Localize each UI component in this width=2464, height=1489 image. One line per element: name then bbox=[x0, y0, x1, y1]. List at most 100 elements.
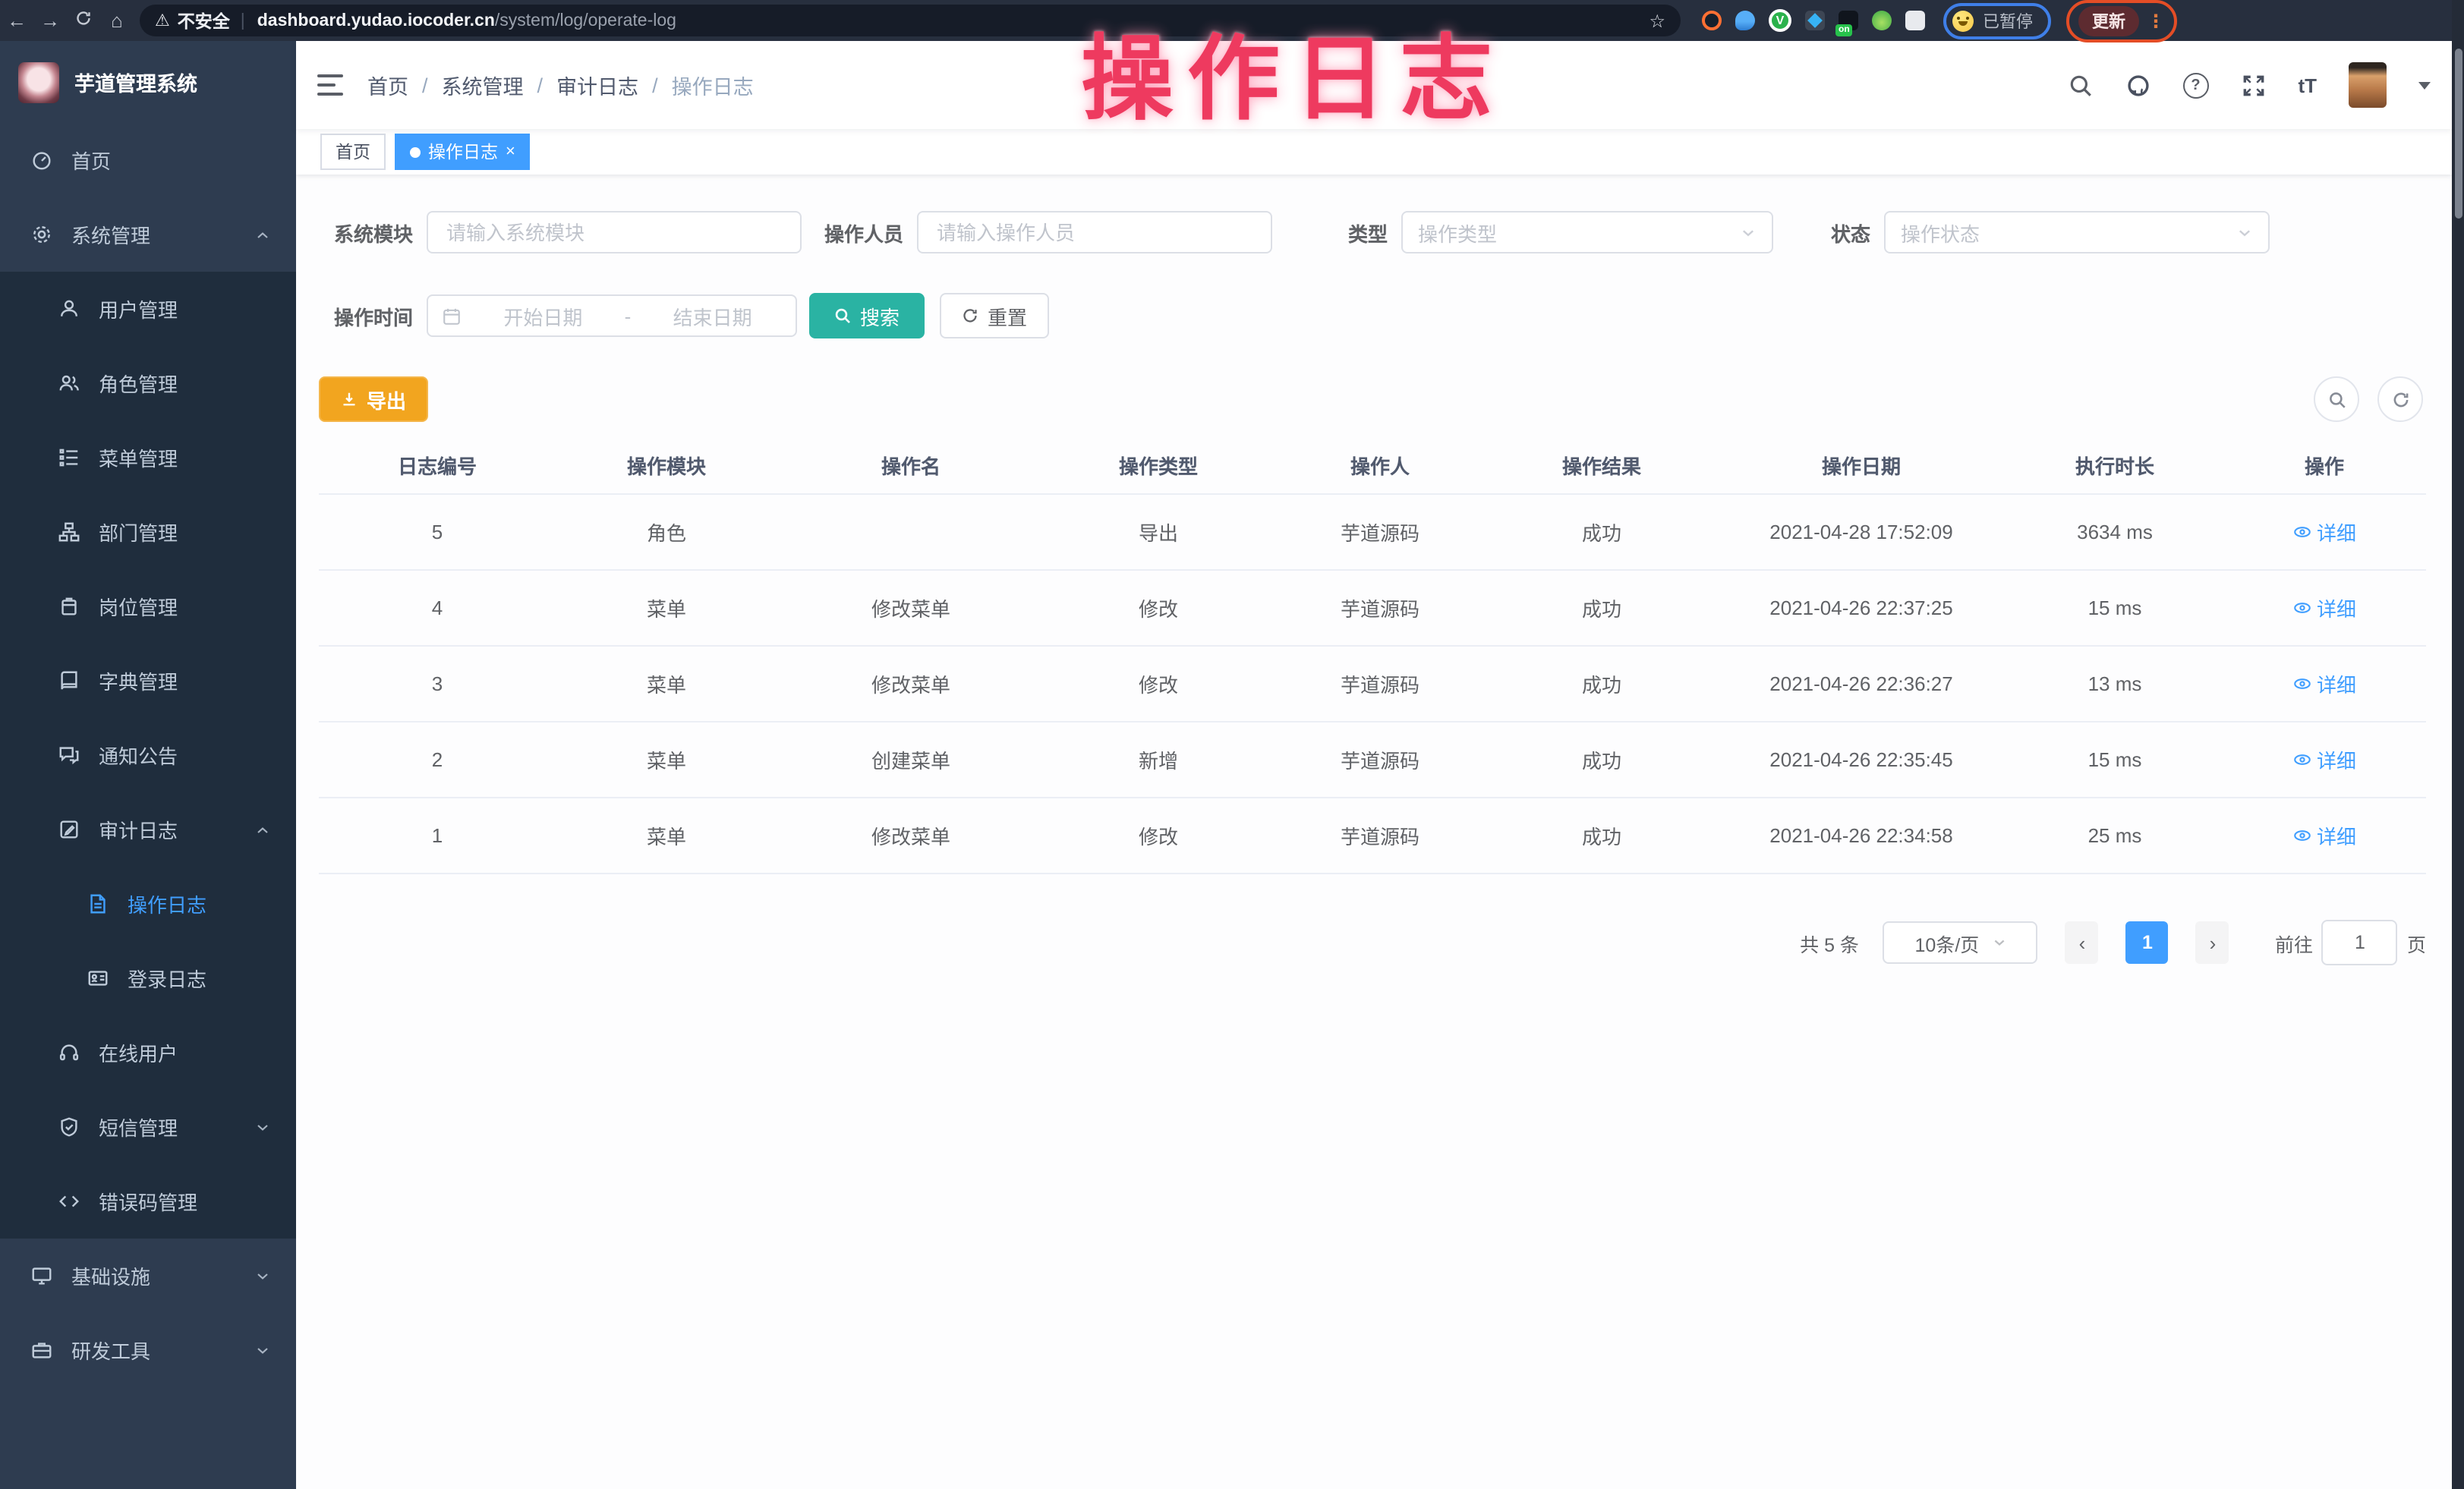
detail-link[interactable]: 详细 bbox=[2292, 669, 2356, 698]
hide-search-button[interactable] bbox=[2314, 376, 2359, 422]
sidebar-item-notice[interactable]: 通知公告 bbox=[0, 718, 296, 792]
update-button[interactable]: 更新 bbox=[2078, 5, 2139, 36]
home-icon[interactable]: ⌂ bbox=[100, 9, 134, 32]
profile-paused-badge[interactable]: 已暂停 bbox=[1943, 2, 2051, 39]
sidebar-item-system-mgmt[interactable]: 系统管理 bbox=[0, 197, 296, 272]
extension-vpn-icon[interactable]: V bbox=[1769, 9, 1791, 32]
sidebar-item-online-users[interactable]: 在线用户 bbox=[0, 1015, 296, 1090]
forward-icon[interactable]: → bbox=[33, 9, 67, 32]
refresh-table-button[interactable] bbox=[2377, 376, 2423, 422]
page-content: 系统模块 操作人员 类型 操作类型 状态 操作状态 bbox=[296, 175, 2452, 965]
github-icon[interactable] bbox=[2125, 72, 2150, 98]
scrollbar-thumb[interactable] bbox=[2454, 49, 2462, 219]
detail-link[interactable]: 详细 bbox=[2292, 821, 2356, 850]
end-date-placeholder: 结束日期 bbox=[643, 301, 782, 330]
reload-icon[interactable] bbox=[67, 9, 100, 32]
page-1-button[interactable]: 1 bbox=[2126, 921, 2169, 964]
extension-gem-icon[interactable] bbox=[1805, 11, 1825, 30]
module-input[interactable] bbox=[443, 219, 785, 245]
operate-log-table: 日志编号 操作模块 操作名 操作类型 操作人 操作结果 操作日期 执行时长 操作… bbox=[319, 436, 2426, 874]
briefcase-icon bbox=[30, 1339, 53, 1362]
avatar-caret-icon[interactable] bbox=[2418, 81, 2431, 89]
type-select[interactable]: 操作类型 bbox=[1401, 211, 1773, 253]
filter-row-1: 系统模块 操作人员 类型 操作类型 状态 操作状态 bbox=[319, 211, 2429, 253]
next-page-button[interactable]: › bbox=[2196, 921, 2229, 964]
type-label: 类型 bbox=[1336, 218, 1388, 247]
font-size-icon[interactable]: tT bbox=[2298, 74, 2317, 96]
bookmark-star-icon[interactable]: ☆ bbox=[1649, 10, 1665, 31]
goto-page-input[interactable] bbox=[2322, 920, 2398, 965]
search-icon[interactable] bbox=[2067, 72, 2093, 98]
sidebar: 芋道管理系统 首页 系统管理 用户管理 角色管理 菜单管理 部门管理 bbox=[0, 41, 296, 1489]
users-icon bbox=[58, 372, 80, 395]
document-icon bbox=[87, 892, 109, 915]
page-size-select[interactable]: 10条/页 bbox=[1883, 921, 2038, 964]
eye-icon bbox=[2292, 522, 2312, 542]
col-op-type: 操作类型 bbox=[1045, 436, 1272, 494]
extensions-puzzle-icon[interactable] bbox=[1905, 11, 1925, 30]
close-tag-icon[interactable]: × bbox=[506, 143, 515, 161]
sidebar-item-menu-mgmt[interactable]: 菜单管理 bbox=[0, 420, 296, 495]
sidebar-item-post-mgmt[interactable]: 岗位管理 bbox=[0, 569, 296, 644]
sidebar-item-dept-mgmt[interactable]: 部门管理 bbox=[0, 495, 296, 569]
sidebar-item-user-mgmt[interactable]: 用户管理 bbox=[0, 272, 296, 346]
detail-link[interactable]: 详细 bbox=[2292, 745, 2356, 774]
search-button[interactable]: 搜索 bbox=[809, 293, 925, 338]
user-icon bbox=[58, 297, 80, 320]
detail-link[interactable]: 详细 bbox=[2292, 593, 2356, 622]
breadcrumb-audit[interactable]: 审计日志 bbox=[556, 70, 638, 100]
user-avatar[interactable] bbox=[2349, 62, 2387, 108]
eye-icon bbox=[2292, 826, 2312, 845]
app-logo[interactable]: 芋道管理系统 bbox=[0, 41, 296, 123]
breadcrumb-system[interactable]: 系统管理 bbox=[442, 70, 524, 100]
tag-home[interactable]: 首页 bbox=[320, 134, 386, 170]
sidebar-item-operate-log[interactable]: 操作日志 bbox=[0, 867, 296, 941]
extension-pin-icon[interactable] bbox=[1735, 11, 1755, 30]
table-row: 5角色导出芋道源码成功2021-04-28 17:52:093634 ms 详细 bbox=[319, 494, 2426, 570]
date-range-picker[interactable]: 开始日期 - 结束日期 bbox=[427, 294, 797, 337]
sidebar-collapse-icon[interactable] bbox=[317, 74, 343, 96]
range-separator: - bbox=[625, 304, 632, 327]
gear-icon bbox=[30, 223, 53, 246]
select-caret-icon bbox=[2236, 224, 2253, 241]
sidebar-item-login-log[interactable]: 登录日志 bbox=[0, 941, 296, 1015]
extension-leaf-icon[interactable] bbox=[1872, 11, 1892, 30]
warning-icon: ⚠ bbox=[155, 11, 170, 30]
col-log-id: 日志编号 bbox=[319, 436, 556, 494]
browser-menu-icon[interactable]: ⋮ bbox=[2147, 10, 2165, 31]
sidebar-item-dict-mgmt[interactable]: 字典管理 bbox=[0, 644, 296, 718]
table-row: 3菜单修改菜单修改芋道源码成功2021-04-26 22:36:2713 ms … bbox=[319, 646, 2426, 722]
extension-switch-icon[interactable]: on bbox=[1839, 11, 1858, 30]
tag-operate-log[interactable]: 操作日志 × bbox=[395, 134, 531, 170]
table-header-row: 日志编号 操作模块 操作名 操作类型 操作人 操作结果 操作日期 执行时长 操作 bbox=[319, 436, 2426, 494]
help-icon[interactable]: ? bbox=[2182, 72, 2208, 98]
sidebar-item-error-code[interactable]: 错误码管理 bbox=[0, 1164, 296, 1239]
operator-input[interactable] bbox=[934, 219, 1256, 245]
sidebar-item-sms-mgmt[interactable]: 短信管理 bbox=[0, 1090, 296, 1164]
refresh-icon bbox=[2390, 389, 2410, 409]
sidebar-item-infrastructure[interactable]: 基础设施 bbox=[0, 1239, 296, 1313]
export-button[interactable]: 导出 bbox=[319, 376, 428, 422]
status-select[interactable]: 操作状态 bbox=[1884, 211, 2270, 253]
window-scrollbar[interactable] bbox=[2452, 0, 2464, 1489]
menu-list-icon bbox=[58, 446, 80, 469]
security-label: 不安全 bbox=[178, 8, 230, 33]
table-toolbar: 导出 bbox=[319, 378, 2429, 420]
breadcrumb-home[interactable]: 首页 bbox=[367, 70, 408, 100]
back-icon[interactable]: ← bbox=[0, 9, 33, 32]
monitor-icon bbox=[30, 1264, 53, 1287]
prev-page-button[interactable]: ‹ bbox=[2065, 921, 2099, 964]
fullscreen-icon[interactable] bbox=[2240, 72, 2266, 98]
sidebar-item-dev-tools[interactable]: 研发工具 bbox=[0, 1313, 296, 1387]
page-unit-label: 页 bbox=[2407, 928, 2426, 957]
extension-orange-icon[interactable] bbox=[1702, 11, 1722, 30]
reset-button[interactable]: 重置 bbox=[940, 293, 1049, 338]
sidebar-item-role-mgmt[interactable]: 角色管理 bbox=[0, 346, 296, 420]
update-area: 更新 ⋮ bbox=[2066, 0, 2177, 42]
eye-icon bbox=[2292, 750, 2312, 770]
goto-label: 前往 bbox=[2275, 928, 2313, 957]
detail-link[interactable]: 详细 bbox=[2292, 518, 2356, 546]
breadcrumb-current: 操作日志 bbox=[672, 70, 754, 100]
sidebar-item-audit-log[interactable]: 审计日志 bbox=[0, 792, 296, 867]
sidebar-item-home[interactable]: 首页 bbox=[0, 123, 296, 197]
